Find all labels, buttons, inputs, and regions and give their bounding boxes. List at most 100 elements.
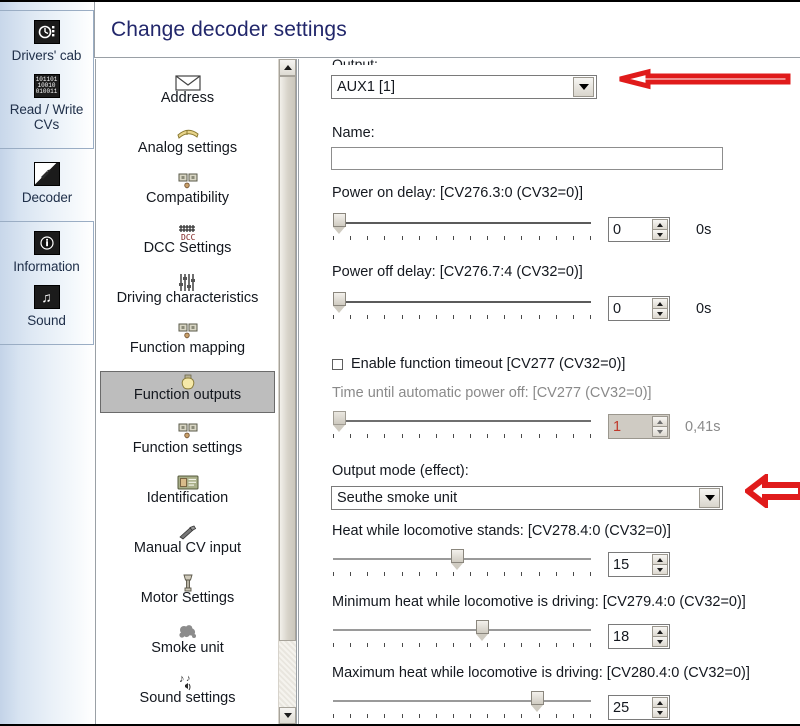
- spinner-buttons[interactable]: [652, 219, 668, 240]
- category-item-function-mapping[interactable]: Function mapping: [100, 319, 275, 367]
- spinner-down-button[interactable]: [652, 565, 668, 575]
- checkbox-box[interactable]: [332, 358, 343, 370]
- spinner-up-button[interactable]: [652, 554, 668, 565]
- spinner-up-button[interactable]: [652, 416, 668, 427]
- slider-thumb[interactable]: [531, 691, 544, 712]
- nav-item-information[interactable]: Information: [2, 228, 91, 274]
- slider-thumb[interactable]: [333, 213, 346, 234]
- category-label: Identification: [146, 490, 229, 506]
- slider-ticks: [333, 643, 591, 648]
- category-item-function-outputs[interactable]: Function outputs: [100, 371, 275, 413]
- heat-stands-spinner[interactable]: 15: [608, 552, 670, 577]
- spinner-down-button[interactable]: [652, 230, 668, 240]
- category-item-function-settings[interactable]: Function settings: [100, 419, 275, 467]
- binary-cv-icon: 101101 10010 010011: [32, 71, 62, 101]
- chevron-down-icon: [578, 84, 589, 90]
- category-label: DCC Settings: [143, 240, 232, 256]
- spinner-buttons[interactable]: [652, 626, 668, 647]
- time-until-power-off-unit: 0,41s: [685, 419, 721, 435]
- nav-label: Decoder: [21, 190, 73, 205]
- category-label: Analog settings: [137, 140, 238, 156]
- power-on-delay-spinner[interactable]: 0: [608, 217, 670, 242]
- heat-max-driving-label: Maximum heat while locomotive is driving…: [332, 665, 750, 681]
- output-mode-value: Seuthe smoke unit: [337, 490, 458, 506]
- spinner-buttons[interactable]: [652, 416, 668, 437]
- heat-min-driving-spinner[interactable]: 18: [608, 624, 670, 649]
- slider-thumb[interactable]: [333, 411, 346, 432]
- category-scrollbar[interactable]: [278, 59, 296, 724]
- enable-function-timeout-checkbox[interactable]: Enable function timeout [CV277 (CV32=0)]: [332, 356, 625, 372]
- spinner-down-button[interactable]: [652, 427, 668, 437]
- name-input[interactable]: [331, 147, 723, 170]
- heat-max-driving-slider[interactable]: [333, 689, 591, 719]
- power-on-delay-unit: 0s: [696, 222, 712, 238]
- category-item-dcc-settings[interactable]: DCC DCC Settings: [100, 219, 275, 267]
- category-label: Function settings: [132, 440, 243, 456]
- category-item-address[interactable]: Address: [100, 69, 275, 117]
- nav-item-read-write-cvs[interactable]: 101101 10010 010011 Read / Write CVs: [2, 71, 91, 132]
- category-item-identification[interactable]: Identification: [100, 469, 275, 517]
- output-mode-select-button[interactable]: [699, 488, 720, 508]
- spinner-up-button[interactable]: [652, 697, 668, 708]
- left-navigation-bar: Drivers' cab 101101 10010 010011 Read / Wr…: [0, 2, 94, 724]
- heat-min-driving-label: Minimum heat while locomotive is driving…: [332, 594, 746, 610]
- spinner-down-button[interactable]: [652, 708, 668, 718]
- scrollbar-thumb[interactable]: [279, 76, 296, 641]
- category-label: Motor Settings: [140, 590, 235, 606]
- svg-text:♪: ♪: [186, 673, 191, 683]
- heat-max-driving-spinner[interactable]: 25: [608, 695, 670, 720]
- spinner-buttons[interactable]: [652, 554, 668, 575]
- scroll-up-button[interactable]: [279, 59, 296, 76]
- power-off-delay-spinner[interactable]: 0: [608, 296, 670, 321]
- output-label-clipped: Output:: [332, 59, 378, 65]
- nav-item-decoder[interactable]: Decoder: [2, 159, 92, 205]
- heat-stands-slider[interactable]: [333, 547, 591, 577]
- sound-slot-icon: ♪ ♪ ♪: [174, 721, 202, 724]
- time-until-power-off-slider[interactable]: [333, 409, 591, 439]
- category-item-driving-characteristics[interactable]: Driving characteristics: [100, 269, 275, 317]
- power-off-delay-slider[interactable]: [333, 290, 591, 320]
- output-select[interactable]: AUX1 [1]: [331, 75, 597, 99]
- scroll-down-button[interactable]: [279, 707, 296, 724]
- spinner-up-button[interactable]: [652, 219, 668, 230]
- slider-thumb[interactable]: [476, 620, 489, 641]
- time-until-power-off-spinner[interactable]: 1: [608, 414, 670, 439]
- spinner-buttons[interactable]: [652, 697, 668, 718]
- category-label: Function outputs: [133, 387, 242, 403]
- wrench-decoder-icon: [32, 159, 62, 189]
- spinner-up-arrow-icon: [657, 700, 663, 705]
- output-select-button[interactable]: [573, 77, 594, 97]
- category-item-sound-settings[interactable]: ♪ ♪ Sound settings: [100, 669, 275, 717]
- spinner-up-arrow-icon: [657, 557, 663, 562]
- spinner-up-button[interactable]: [652, 298, 668, 309]
- nav-label: Drivers' cab: [11, 48, 82, 63]
- category-item-compatibility[interactable]: Compatibility: [100, 169, 275, 217]
- slider-ticks: [333, 714, 591, 719]
- spinner-down-button[interactable]: [652, 637, 668, 647]
- power-off-delay-unit: 0s: [696, 301, 712, 317]
- spinner-down-button[interactable]: [652, 309, 668, 319]
- category-label: Driving characteristics: [116, 290, 259, 306]
- spinner-down-arrow-icon: [657, 311, 663, 316]
- info-circle-icon: [32, 228, 62, 258]
- category-label: Address: [160, 90, 215, 106]
- category-item-analog-settings[interactable]: Analog settings: [100, 119, 275, 167]
- nav-item-sound[interactable]: ♫ Sound: [2, 282, 91, 328]
- category-item-smoke-unit[interactable]: Smoke unit: [100, 619, 275, 667]
- spinner-up-button[interactable]: [652, 626, 668, 637]
- slider-thumb[interactable]: [451, 549, 464, 570]
- output-mode-label: Output mode (effect):: [332, 463, 469, 479]
- category-item-manual-cv-input[interactable]: Manual CV input: [100, 519, 275, 567]
- category-item-motor-settings[interactable]: Motor Settings: [100, 569, 275, 617]
- spinner-buttons[interactable]: [652, 298, 668, 319]
- nav-group-3: Information ♫ Sound: [0, 221, 94, 345]
- slider-thumb[interactable]: [333, 292, 346, 313]
- power-on-delay-slider[interactable]: [333, 211, 591, 241]
- heat-min-driving-slider[interactable]: [333, 618, 591, 648]
- category-item-sound-slot-settings[interactable]: ♪ ♪ ♪ Sound slot settings: [100, 719, 275, 724]
- nav-item-drivers-cab[interactable]: Drivers' cab: [2, 17, 91, 63]
- slider-ticks: [333, 236, 591, 241]
- slider-ticks: [333, 572, 591, 577]
- output-mode-select[interactable]: Seuthe smoke unit: [331, 486, 723, 510]
- slider-ticks: [333, 315, 591, 320]
